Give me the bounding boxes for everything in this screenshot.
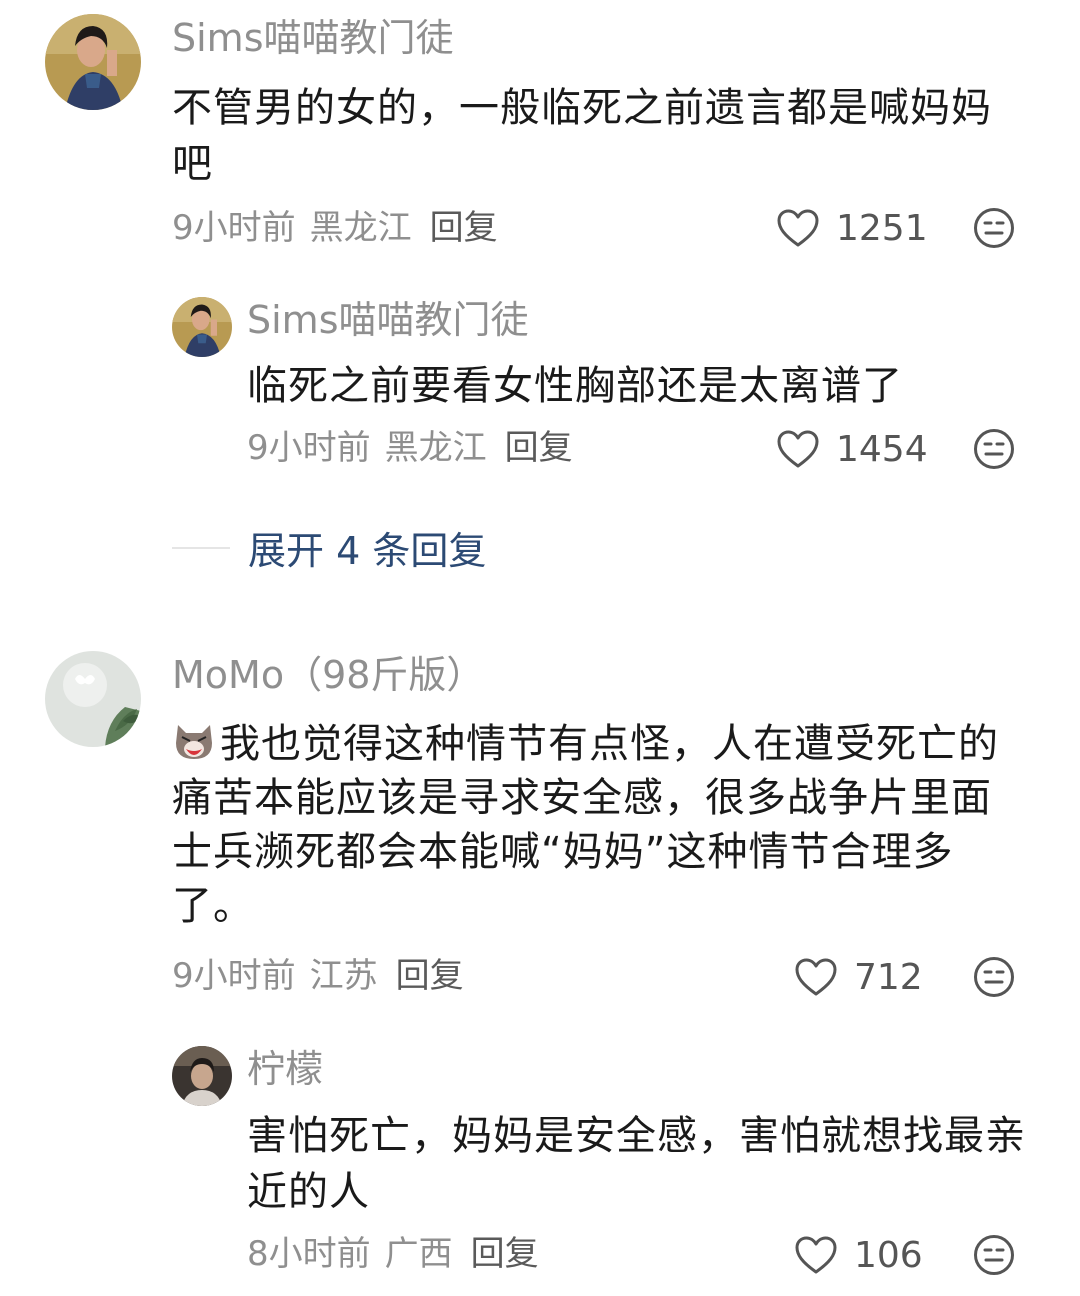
reply-meta: 8小时前 广西 回复 — [247, 1234, 553, 1274]
reply-location: 广西 — [384, 1234, 453, 1274]
comment-text-body: 我也觉得这种情节有点怪，人在遭受死亡的痛苦本能应该是寻求安全感，很多战争片里面士… — [172, 721, 999, 929]
comment-time: 9小时前 — [172, 208, 296, 248]
comment-text: 我也觉得这种情节有点怪，人在遭受死亡的痛苦本能应该是寻求安全感，很多战争片里面士… — [172, 717, 1030, 933]
reply-time: 9小时前 — [247, 428, 371, 468]
comment-location: 黑龙江 — [309, 208, 412, 248]
like-count: 712 — [854, 956, 923, 998]
reply-location: 黑龙江 — [384, 428, 487, 468]
meh-face-icon[interactable] — [973, 956, 1015, 998]
heart-outline-icon — [777, 209, 819, 247]
like-button[interactable]: 712 — [794, 955, 923, 999]
reply-button[interactable]: 回复 — [396, 956, 464, 996]
like-button[interactable]: 106 — [794, 1233, 923, 1277]
like-count: 1454 — [836, 428, 928, 470]
like-button[interactable]: 1454 — [776, 427, 928, 471]
comment-list: Sims喵喵教门徒 不管男的女的，一般临死之前遗言都是喊妈妈吧 9小时前 黑龙江回… — [0, 0, 1080, 1296]
reply-meta: 9小时前 黑龙江 回复 — [247, 428, 587, 468]
avatar[interactable] — [45, 651, 141, 747]
avatar[interactable] — [172, 1046, 232, 1106]
reply-text: 害怕死亡，妈妈是安全感，害怕就想找最亲近的人 — [247, 1113, 1026, 1215]
divider — [172, 546, 230, 549]
heart-outline-icon — [795, 958, 837, 996]
reply-time: 8小时前 — [247, 1234, 371, 1274]
reply-button[interactable]: 回复 — [430, 208, 498, 248]
reply-button[interactable]: 回复 — [505, 428, 573, 468]
comment-location: 江苏 — [309, 956, 378, 996]
expand-replies[interactable]: 展开 4 条回复 — [172, 520, 486, 575]
like-count: 106 — [854, 1234, 923, 1276]
comment-meta: 9小时前 黑龙江 回复 — [172, 208, 512, 248]
reply-username[interactable]: Sims喵喵教门徒 — [247, 297, 529, 343]
like-count: 1251 — [836, 207, 928, 249]
crying-cat-emoji — [172, 719, 216, 763]
comment-meta: 9小时前 江苏 回复 — [172, 956, 478, 996]
comment-text: 不管男的女的，一般临死之前遗言都是喊妈妈吧 — [172, 85, 992, 187]
reply-username[interactable]: 柠檬 — [247, 1046, 323, 1092]
comment-time: 9小时前 — [172, 956, 296, 996]
comment-username[interactable]: Sims喵喵教门徒 — [172, 15, 454, 61]
avatar[interactable] — [172, 297, 232, 357]
avatar[interactable] — [45, 14, 141, 110]
meh-face-icon[interactable] — [973, 428, 1015, 470]
heart-outline-icon — [777, 430, 819, 468]
heart-outline-icon — [795, 1236, 837, 1274]
reply-text: 临死之前要看女性胸部还是太离谱了 — [247, 363, 903, 409]
comment-username[interactable]: MoMo（98斤版） — [172, 652, 484, 698]
expand-replies-label[interactable]: 展开 4 条回复 — [248, 520, 486, 575]
like-button[interactable]: 1251 — [776, 206, 928, 250]
meh-face-icon[interactable] — [973, 207, 1015, 249]
meh-face-icon[interactable] — [973, 1234, 1015, 1276]
reply-button[interactable]: 回复 — [471, 1234, 539, 1274]
